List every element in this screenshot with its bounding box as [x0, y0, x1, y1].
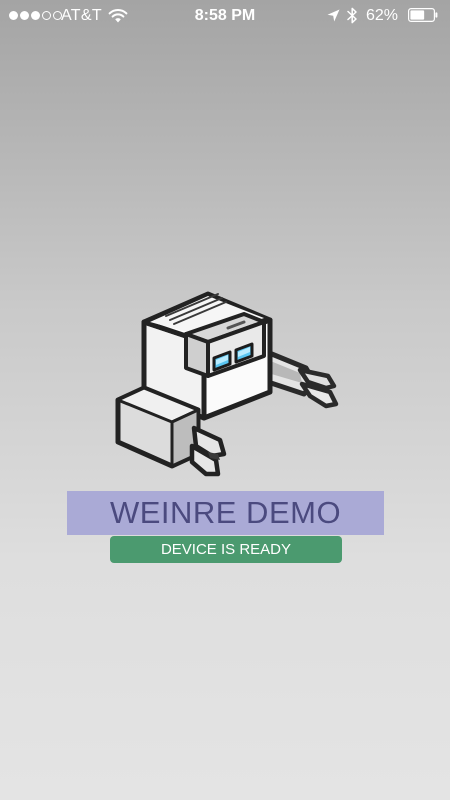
battery-percentage: 62% [366, 7, 399, 24]
location-arrow-icon [327, 9, 340, 22]
weinre-robot-logo [104, 276, 344, 481]
app-title: WEINRE DEMO [67, 491, 384, 535]
bluetooth-icon [347, 7, 357, 24]
status-bar: AT&T 8:58 PM 62% [0, 0, 450, 32]
device-status-badge: DEVICE IS READY [110, 536, 342, 563]
battery-icon [408, 8, 438, 22]
